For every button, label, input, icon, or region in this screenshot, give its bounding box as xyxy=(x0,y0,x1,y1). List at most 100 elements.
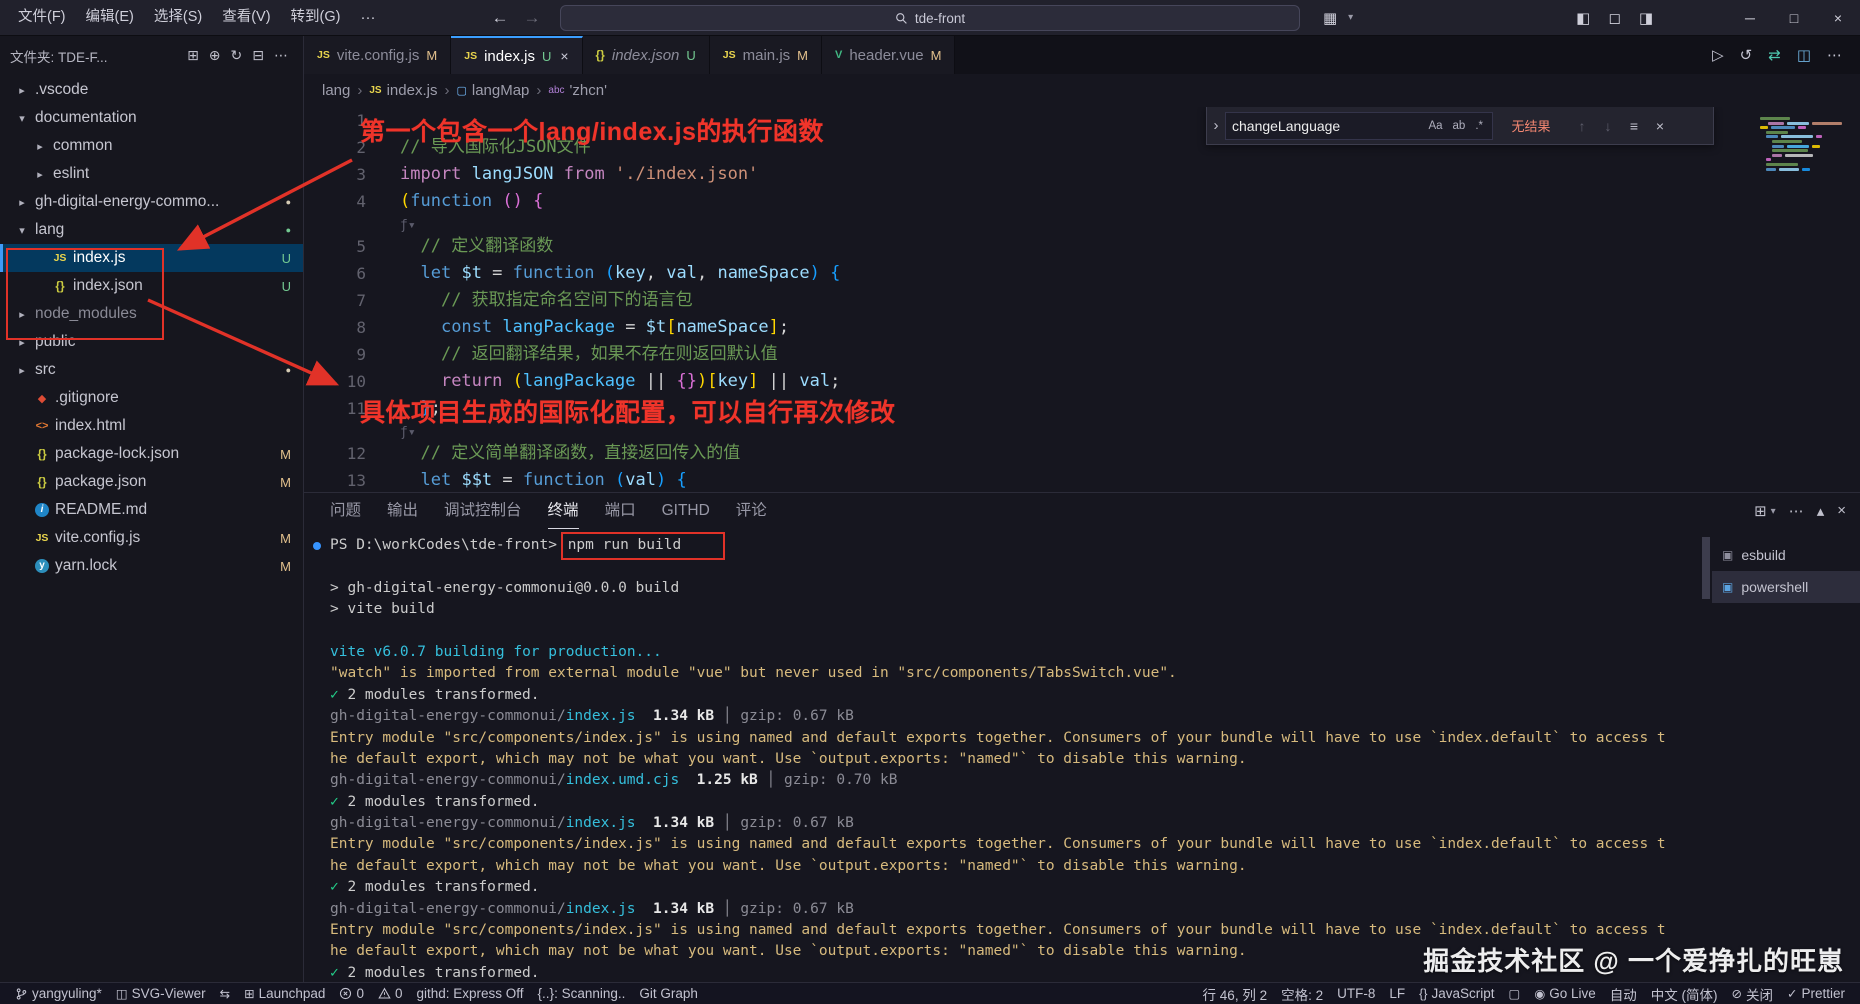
timeline-icon[interactable]: ↺ xyxy=(1734,46,1759,64)
explorer-item-common[interactable]: ▸ common xyxy=(0,132,303,160)
statusbar-item-SVG-Viewer[interactable]: ◫ SVG-Viewer xyxy=(109,983,213,1004)
explorer-item-vite.config.js[interactable]: JS vite.config.js M xyxy=(0,524,303,552)
menu-item-编辑(E)[interactable]: 编辑(E) xyxy=(76,0,144,35)
more-icon[interactable]: ⋯ xyxy=(269,47,293,63)
collapse-all-icon[interactable]: ⊟ xyxy=(247,47,269,63)
match-case-toggle[interactable]: Aa xyxy=(1425,118,1445,134)
explorer-item-public[interactable]: ▸ public xyxy=(0,328,303,356)
panel-tab-输出[interactable]: 输出 xyxy=(387,494,418,529)
terminal-scrollbar[interactable] xyxy=(1700,529,1712,982)
explorer-item-documentation[interactable]: ▾ documentation xyxy=(0,104,303,132)
statusbar-item-Launchpad[interactable]: ⊞ Launchpad xyxy=(237,983,332,1004)
statusbar-item-Go Live[interactable]: ◉ Go Live xyxy=(1527,983,1602,1004)
editor-tab-vite.config.js[interactable]: JS vite.config.js M xyxy=(304,36,452,74)
statusbar-item-LF[interactable]: LF xyxy=(1382,983,1412,1004)
breadcrumb-item[interactable]: ▢ langMap xyxy=(456,82,529,99)
menu-item-查看(V)[interactable]: 查看(V) xyxy=(212,0,280,35)
statusbar-item-关闭[interactable]: ⊘ 关闭 xyxy=(1725,983,1780,1004)
new-folder-icon[interactable]: ⊕ xyxy=(204,47,226,63)
statusbar-item-0[interactable]: 0 xyxy=(371,983,410,1004)
statusbar-item-中文 (简体)[interactable]: 中文 (简体) xyxy=(1644,983,1725,1004)
regex-toggle[interactable]: .* xyxy=(1472,118,1486,134)
close-tab-icon[interactable]: × xyxy=(560,48,568,64)
explorer-item-index.json[interactable]: {} index.json U xyxy=(0,272,303,300)
panel-tab-调试控制台[interactable]: 调试控制台 xyxy=(444,494,522,529)
find-next-icon[interactable]: ↓ xyxy=(1595,118,1621,134)
statusbar-item-Prettier[interactable]: ✓ Prettier xyxy=(1780,983,1852,1004)
menu-overflow-icon[interactable]: ··· xyxy=(350,9,385,26)
panel-tab-问题[interactable]: 问题 xyxy=(330,494,361,529)
menu-item-文件(F)[interactable]: 文件(F) xyxy=(8,0,76,35)
explorer-item-lang[interactable]: ▾ lang ● xyxy=(0,216,303,244)
toggle-secondary-sidebar-icon[interactable]: ◨ xyxy=(1630,9,1662,27)
find-input[interactable]: changeLanguage Aa ab .* xyxy=(1225,111,1493,140)
new-file-icon[interactable]: ⊞ xyxy=(182,47,204,63)
menu-item-转到(G)[interactable]: 转到(G) xyxy=(281,0,351,35)
run-icon[interactable]: ▷ xyxy=(1706,46,1730,64)
terminal-output[interactable]: PS D:\workCodes\tde-front> npm run build… xyxy=(304,529,1700,982)
find-previous-icon[interactable]: ↑ xyxy=(1569,118,1595,134)
sync-icon[interactable]: ⇄ xyxy=(1762,46,1787,64)
more-icon[interactable]: ⋯ xyxy=(1821,46,1848,64)
nav-back-icon[interactable]: ← xyxy=(486,0,514,35)
statusbar-item-browser[interactable]: ▢ xyxy=(1502,983,1528,1004)
close-window-button[interactable]: × xyxy=(1816,0,1860,35)
nav-forward-icon[interactable]: → xyxy=(518,0,546,35)
command-center-search[interactable]: tde-front xyxy=(560,5,1300,31)
whole-word-toggle[interactable]: ab xyxy=(1450,118,1469,134)
statusbar-item-githd: Express Off[interactable]: githd: Express Off xyxy=(409,983,530,1004)
statusbar-item-空格: 2[interactable]: 空格: 2 xyxy=(1274,983,1330,1004)
explorer-item-gh-digital-energy-commo...[interactable]: ▸ gh-digital-energy-commo... ● xyxy=(0,188,303,216)
minimize-button[interactable]: ─ xyxy=(1728,0,1772,35)
editor-tab-header.vue[interactable]: Vheader.vue M xyxy=(822,36,956,74)
panel-max-icon[interactable]: ▴ xyxy=(1817,502,1825,520)
statusbar-item-{..}: Scanning..[interactable]: {..}: Scanning.. xyxy=(531,983,633,1004)
breadcrumb-item[interactable]: JS index.js xyxy=(369,82,437,99)
panel-tab-GITHD[interactable]: GITHD xyxy=(662,494,710,529)
find-in-selection-icon[interactable]: ≡ xyxy=(1621,118,1647,134)
close-icon[interactable]: × xyxy=(1837,502,1846,520)
split-icon[interactable]: ◫ xyxy=(1791,46,1817,64)
editor-tab-main.js[interactable]: JS main.js M xyxy=(709,36,822,74)
terminal-instance-powershell[interactable]: ▣ powershell xyxy=(1712,571,1860,603)
explorer-item-.gitignore[interactable]: ◆ .gitignore xyxy=(0,384,303,412)
explorer-item-package-lock.json[interactable]: {} package-lock.json M xyxy=(0,440,303,468)
explorer-item-yarn.lock[interactable]: yarn.lock M xyxy=(0,552,303,580)
toggle-panel-icon[interactable]: ◻ xyxy=(1599,9,1629,27)
panel-tab-端口[interactable]: 端口 xyxy=(605,494,636,529)
explorer-item-src[interactable]: ▸ src ● xyxy=(0,356,303,384)
panel-new-icon[interactable]: ⊞ xyxy=(1754,502,1767,520)
editor-tab-index.js[interactable]: JS index.js U × xyxy=(451,36,583,74)
find-query[interactable]: changeLanguage xyxy=(1232,118,1421,134)
code-editor[interactable]: 1 2// 导入国际化JSON文件 3 import langJSON from '.… xyxy=(304,107,1860,492)
panel-tab-终端[interactable]: 终端 xyxy=(547,494,579,529)
refresh-icon[interactable]: ↻ xyxy=(226,47,248,63)
breadcrumb-item[interactable]: abc'zhcn' xyxy=(548,82,607,99)
more-icon[interactable]: ⋯ xyxy=(1789,502,1804,520)
panel-chevron-icon[interactable]: ▾ xyxy=(1771,506,1776,517)
scrollbar-thumb[interactable] xyxy=(1702,537,1710,599)
statusbar-item-行 46, 列 2[interactable]: 行 46, 列 2 xyxy=(1196,983,1275,1004)
minimap[interactable] xyxy=(1754,109,1858,180)
maximize-button[interactable]: □ xyxy=(1772,0,1816,35)
explorer-item-README.md[interactable]: README.md xyxy=(0,496,303,524)
statusbar-item-UTF-8[interactable]: UTF-8 xyxy=(1330,983,1382,1004)
panel-tab-评论[interactable]: 评论 xyxy=(736,494,767,529)
statusbar-item-yangyuling*[interactable]: yangyuling* xyxy=(8,983,109,1004)
statusbar-item-自动[interactable]: 自动 xyxy=(1603,983,1644,1004)
statusbar-item-Git Graph[interactable]: Git Graph xyxy=(632,983,705,1004)
toggle-replace-icon[interactable]: › xyxy=(1207,117,1225,134)
find-close-icon[interactable]: × xyxy=(1647,118,1673,134)
explorer-item-index.html[interactable]: <> index.html xyxy=(0,412,303,440)
customize-layout-icon[interactable]: ▦ xyxy=(1314,9,1346,27)
statusbar-item-JavaScript[interactable]: {} JavaScript xyxy=(1412,983,1501,1004)
explorer-item-eslint[interactable]: ▸ eslint xyxy=(0,160,303,188)
statusbar-item-compare[interactable]: ⇆ xyxy=(213,983,237,1004)
explorer-item-index.js[interactable]: JS index.js U xyxy=(0,244,303,272)
explorer-item-.vscode[interactable]: ▸ .vscode xyxy=(0,76,303,104)
menu-item-选择(S)[interactable]: 选择(S) xyxy=(144,0,212,35)
explorer-item-package.json[interactable]: {} package.json M xyxy=(0,468,303,496)
breadcrumb-item[interactable]: lang xyxy=(322,82,350,99)
terminal-instance-esbuild[interactable]: ▣ esbuild xyxy=(1712,539,1860,571)
editor-tab-index.json[interactable]: {} index.json U xyxy=(582,36,710,74)
